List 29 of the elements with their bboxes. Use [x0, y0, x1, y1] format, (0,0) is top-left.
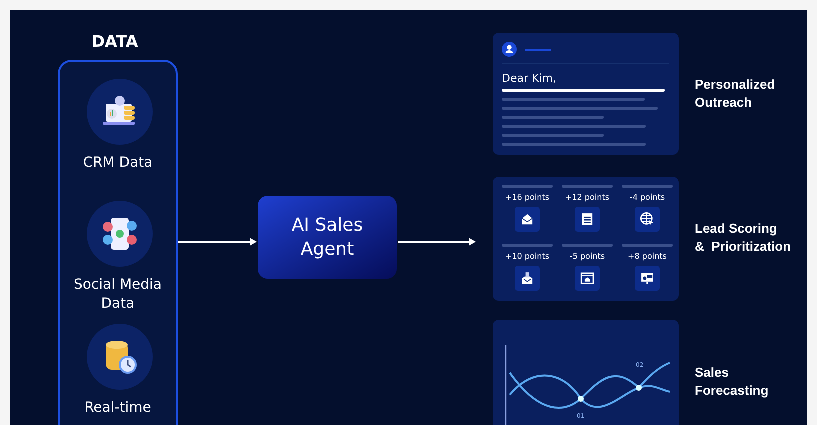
source-label: Social Media Data	[72, 276, 163, 314]
envelope-icon	[515, 266, 540, 291]
section-title: DATA	[90, 31, 140, 53]
user-avatar-icon	[502, 42, 517, 57]
score-bar	[502, 185, 553, 188]
output-label: Personalized Outreach	[695, 76, 776, 112]
score-label: +10 points	[504, 251, 550, 263]
globe-cursor-icon	[635, 207, 660, 232]
open-envelope-icon	[515, 207, 540, 232]
score-bar	[502, 244, 553, 247]
score-bar	[622, 185, 673, 188]
output-label: Lead Scoring & Prioritization	[695, 220, 792, 256]
email-greeting: Dear Kim,	[502, 71, 556, 87]
score-bar	[562, 244, 613, 247]
score-label: -4 points	[628, 192, 666, 204]
name-line	[525, 49, 551, 51]
score-label: -5 points	[568, 251, 606, 263]
output-label: Sales Forecasting	[695, 364, 770, 400]
score-label: +8 points	[627, 251, 668, 263]
monitor-icon	[635, 266, 660, 291]
agent-node: AI Sales Agent	[258, 196, 397, 279]
document-icon	[575, 207, 600, 232]
score-label: +16 points	[504, 192, 550, 204]
score-bar	[622, 244, 673, 247]
score-bar	[562, 185, 613, 188]
source-label: Real-time	[84, 399, 152, 418]
browser-home-icon	[575, 266, 600, 291]
score-label: +12 points	[564, 192, 610, 204]
source-label: CRM Data	[82, 154, 154, 173]
